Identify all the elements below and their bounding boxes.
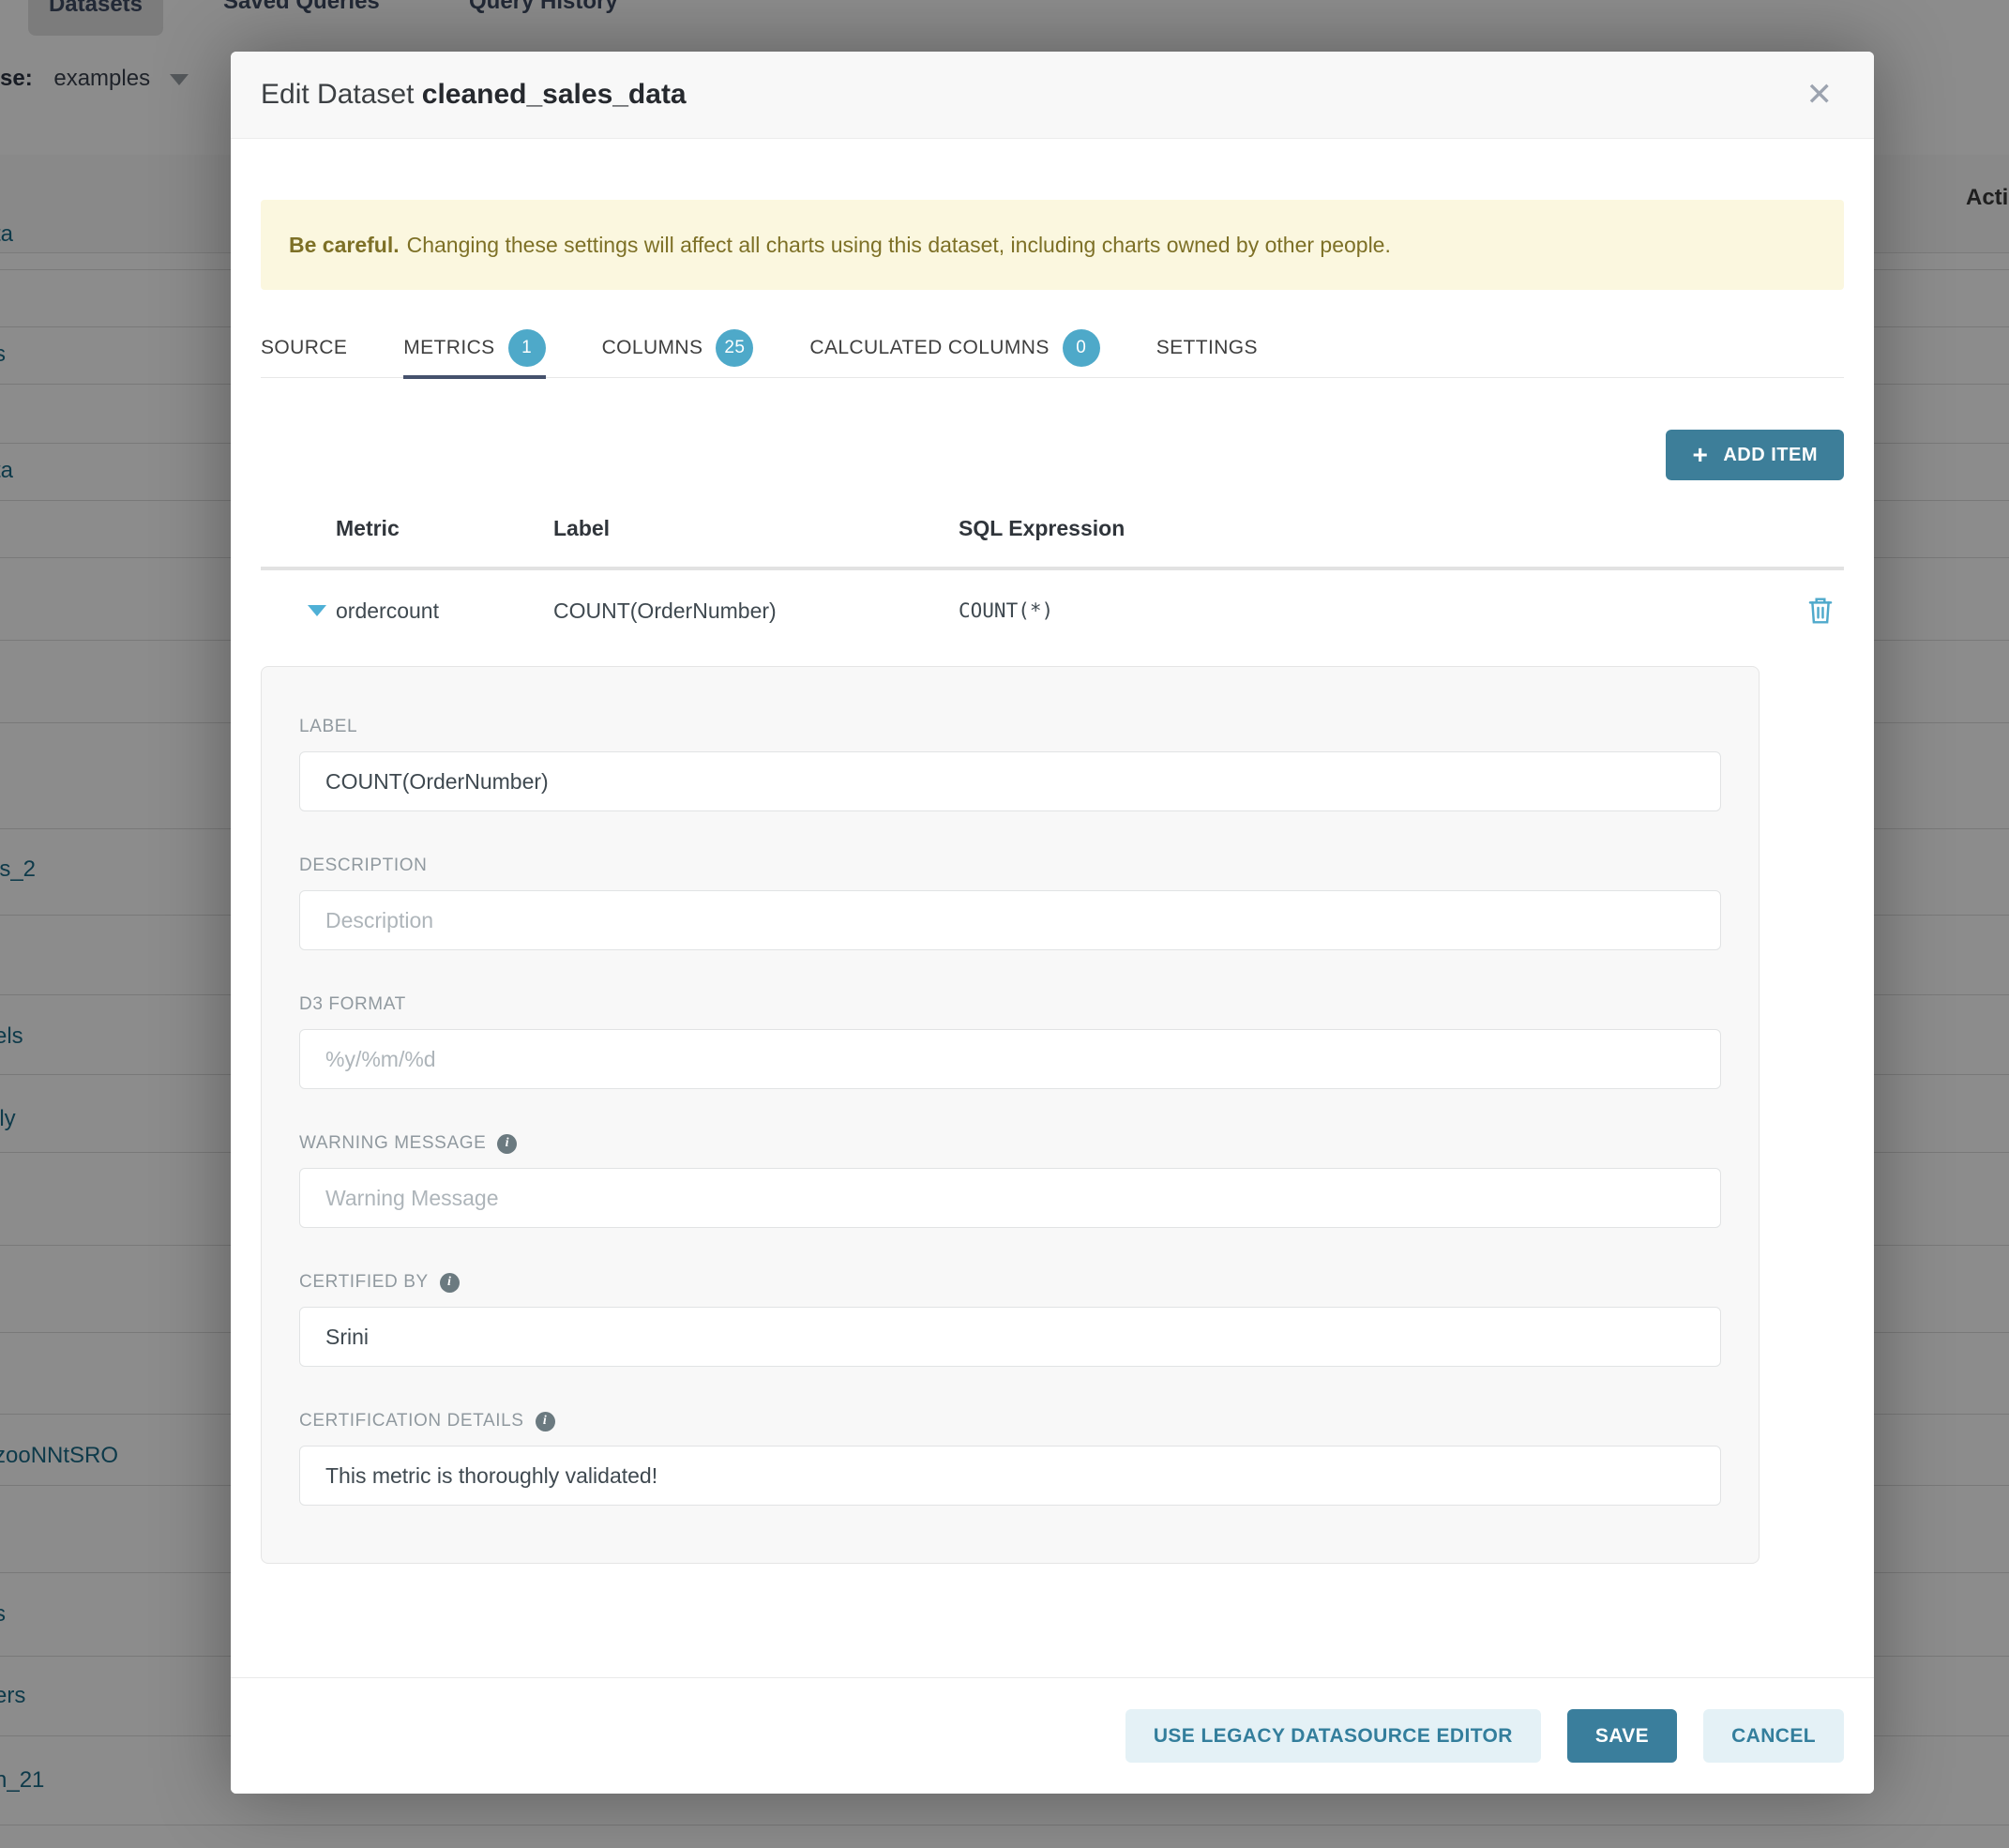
- field-label: LABEL: [299, 716, 1721, 811]
- certification-details-field-caption: CERTIFICATION DETAILS: [299, 1411, 524, 1431]
- warning-banner: Be careful. Changing these settings will…: [261, 200, 1844, 290]
- add-item-button[interactable]: + ADD ITEM: [1666, 430, 1844, 480]
- plus-icon: +: [1692, 442, 1708, 468]
- warning-banner-bold: Be careful.: [289, 233, 400, 258]
- certified-by-input[interactable]: [299, 1307, 1721, 1367]
- d3-format-input[interactable]: [299, 1029, 1721, 1089]
- tab-source[interactable]: SOURCE: [261, 319, 347, 378]
- edit-dataset-modal: Edit Dataset cleaned_sales_data ✕ Be car…: [231, 52, 1874, 1794]
- use-legacy-datasource-editor-button[interactable]: USE LEGACY DATASOURCE EDITOR: [1125, 1709, 1541, 1763]
- field-certification-details: CERTIFICATION DETAILS i: [299, 1410, 1721, 1506]
- dataset-name: cleaned_sales_data: [422, 79, 687, 110]
- trash-icon: [1806, 596, 1835, 626]
- tab-calculated-columns[interactable]: CALCULATED COLUMNS 0: [809, 319, 1099, 378]
- metric-row: ordercount COUNT(OrderNumber) COUNT(*): [261, 570, 1844, 651]
- modal-title-prefix: Edit Dataset: [261, 79, 422, 110]
- modal-footer: USE LEGACY DATASOURCE EDITOR SAVE CANCEL: [231, 1677, 1874, 1794]
- metrics-count-badge: 1: [508, 329, 546, 367]
- info-icon: i: [536, 1412, 555, 1431]
- columns-count-badge: 25: [716, 329, 753, 367]
- tab-metrics[interactable]: METRICS 1: [403, 319, 545, 378]
- warning-banner-text: Changing these settings will affect all …: [407, 233, 1391, 258]
- warning-message-field-caption: WARNING MESSAGE: [299, 1133, 486, 1154]
- tab-columns-label: COLUMNS: [602, 337, 703, 359]
- expand-caret-icon[interactable]: [308, 605, 326, 616]
- save-button[interactable]: SAVE: [1567, 1709, 1677, 1763]
- warning-message-input[interactable]: [299, 1168, 1721, 1228]
- modal-body: Be careful. Changing these settings will…: [231, 200, 1874, 1564]
- d3-format-field-caption: D3 FORMAT: [299, 993, 1721, 1016]
- metric-sql-expression: COUNT(*): [959, 599, 1797, 622]
- metrics-table-header: Metric Label SQL Expression: [261, 507, 1844, 550]
- metric-name: ordercount: [336, 598, 553, 624]
- field-description: DESCRIPTION: [299, 855, 1721, 950]
- tab-columns[interactable]: COLUMNS 25: [602, 319, 754, 378]
- field-certified-by: CERTIFIED BY i: [299, 1271, 1721, 1367]
- description-field-caption: DESCRIPTION: [299, 855, 1721, 877]
- info-icon: i: [440, 1273, 460, 1293]
- label-input[interactable]: [299, 751, 1721, 811]
- add-item-label: ADD ITEM: [1723, 445, 1818, 466]
- info-icon: i: [497, 1134, 517, 1154]
- screen: Datasets Saved Queries Query History se:…: [0, 0, 2009, 1848]
- delete-metric-button[interactable]: [1806, 596, 1835, 626]
- field-d3-format: D3 FORMAT: [299, 993, 1721, 1089]
- tab-settings-label: SETTINGS: [1156, 337, 1258, 359]
- add-item-row: + ADD ITEM: [261, 430, 1844, 480]
- tab-source-label: SOURCE: [261, 337, 347, 359]
- cancel-button[interactable]: CANCEL: [1703, 1709, 1844, 1763]
- tab-bar: SOURCE METRICS 1 COLUMNS 25 CALCULATED C…: [261, 319, 1844, 378]
- metric-detail-panel: LABEL DESCRIPTION D3 FORMAT WARNING MESS…: [261, 666, 1760, 1564]
- label-column-header: Label: [553, 516, 959, 541]
- modal-title: Edit Dataset cleaned_sales_data: [261, 79, 687, 111]
- calculated-columns-count-badge: 0: [1063, 329, 1100, 367]
- metric-label: COUNT(OrderNumber): [553, 598, 959, 624]
- label-field-caption: LABEL: [299, 716, 1721, 738]
- tab-settings[interactable]: SETTINGS: [1156, 319, 1258, 378]
- sql-expression-column-header: SQL Expression: [959, 516, 1797, 541]
- certified-by-field-caption: CERTIFIED BY: [299, 1272, 429, 1293]
- tab-calculated-columns-label: CALCULATED COLUMNS: [809, 337, 1049, 359]
- tab-metrics-label: METRICS: [403, 337, 494, 359]
- modal-header: Edit Dataset cleaned_sales_data ✕: [231, 52, 1874, 139]
- metric-column-header: Metric: [336, 516, 553, 541]
- close-icon[interactable]: ✕: [1806, 79, 1834, 111]
- description-input[interactable]: [299, 890, 1721, 950]
- field-warning-message: WARNING MESSAGE i: [299, 1132, 1721, 1228]
- certification-details-input[interactable]: [299, 1446, 1721, 1506]
